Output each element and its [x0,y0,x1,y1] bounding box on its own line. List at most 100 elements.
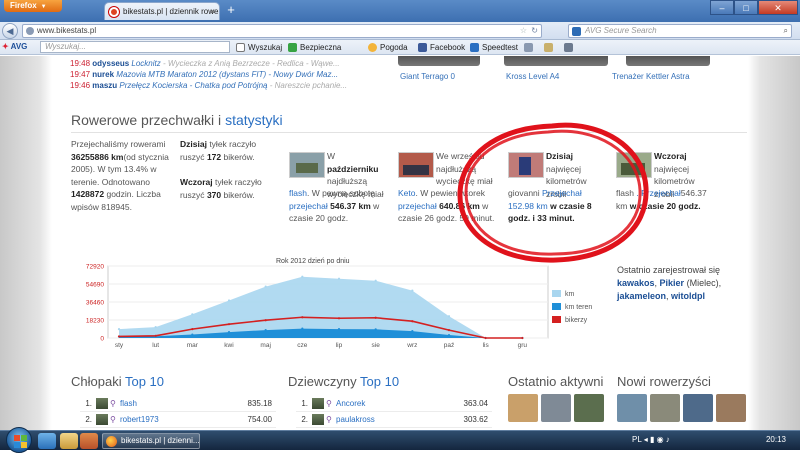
bike-caption[interactable]: Trenażer Kettler Astra [612,72,690,81]
bike-thumbnail[interactable] [398,56,480,66]
bike-caption[interactable]: Kross Level A4 [506,72,559,81]
data-point [447,329,451,332]
safe-search-button[interactable]: Bezpieczna [288,42,341,53]
user-avatar[interactable] [716,394,746,422]
data-point [264,329,267,332]
address-bar[interactable]: www.bikestats.pl ☆ ↻ [22,24,542,38]
user-avatar[interactable] [508,394,538,422]
bookmark-star-icon[interactable]: ☆ [520,25,527,37]
data-point [374,316,377,319]
user-link[interactable]: jakameleon [617,291,666,301]
user-link[interactable]: Pikier [660,278,685,288]
y-tick-label: 72920 [86,264,104,271]
search-icon[interactable]: ⌕ [784,25,788,37]
recent-activity-list: 19:48 odysseus Locknitz - Wycieczka z An… [70,58,347,91]
reload-icon[interactable]: ↻ [531,25,538,37]
table-row[interactable]: 2. ⚲ paulakross 303.62 [296,412,492,428]
user-link[interactable]: Keto [398,188,416,198]
red-circle-annotation [457,122,649,263]
window-controls: – □ ✕ [710,0,798,15]
recently-registered: Ostatnio zarejestrował się kawakos, Piki… [617,265,722,301]
activity-row[interactable]: 19:48 odysseus Locknitz - Wycieczka z An… [70,58,347,69]
month-longest-detail: flash. W pewną sobotę przejechał 546.37 … [289,188,380,223]
search-placeholder: AVG Secure Search [585,26,657,35]
data-point [521,336,524,340]
user-link[interactable]: kawakos [617,278,655,288]
clock[interactable]: 20:13 [766,435,786,444]
table-row[interactable]: 1. ⚲ flash 835.18 [80,396,276,412]
avg-search-button[interactable]: Wyszukaj [236,42,282,53]
bike-thumbnail[interactable] [504,56,608,66]
data-point [191,328,194,331]
user-link[interactable]: flash [289,188,307,198]
data-point [337,317,341,320]
folder-icon[interactable] [60,433,78,449]
activity-row[interactable]: 19:47 nurek Mazovia MTB Maraton 2012 (dy… [70,69,347,80]
web-page: 19:48 odysseus Locknitz - Wycieczka z An… [0,56,800,430]
bike-icon: ⚲ [326,399,332,408]
internet-explorer-icon[interactable] [38,433,56,449]
data-point [411,320,414,323]
data-point [374,279,377,282]
firefox-menu-button[interactable]: Firefox ▼ [4,0,62,12]
user-avatar[interactable] [541,394,571,422]
bike-thumbnail[interactable] [626,56,710,66]
minimize-button[interactable]: – [710,0,734,15]
globe-icon [26,27,34,35]
data-point [301,275,304,278]
bike-caption[interactable]: Giant Terrago 0 [400,72,455,81]
media-player-icon[interactable] [80,433,98,449]
speedtest-button[interactable]: Speedtest [470,42,518,53]
x-tick-label: wrz [406,342,417,349]
close-window-button[interactable]: ✕ [758,0,798,15]
boys-top10-link[interactable]: Top 10 [125,374,164,389]
data-point [447,333,451,337]
language-indicator[interactable]: PL [632,435,642,444]
new-riders-heading: Nowi rowerzyści [617,374,711,389]
rider-photo[interactable] [398,152,434,178]
x-tick-label: mar [187,342,199,349]
data-point [191,313,194,316]
statistics-link[interactable]: statystyki [225,112,283,128]
user-avatar[interactable] [683,394,713,422]
navigation-bar: ◀ www.bikestats.pl ☆ ↻ AVG Secure Search… [0,22,800,40]
y-tick-label: 0 [100,336,104,343]
avatar [96,398,108,409]
new-tab-button[interactable]: + [224,3,238,17]
x-tick-label: kwi [224,342,233,349]
user-avatar[interactable] [617,394,647,422]
total-stats-text: Przejechaliśmy rowerami 36255886 km(od s… [71,139,169,212]
legend-item: km teren [552,301,592,314]
user-avatar[interactable] [574,394,604,422]
weather-button[interactable]: Pogoda [368,42,408,53]
avatar [312,398,324,409]
y-tick-label: 54690 [86,282,104,289]
girls-top10-link[interactable]: Top 10 [360,374,399,389]
maximize-button[interactable]: □ [734,0,758,15]
back-button[interactable]: ◀ [2,23,18,39]
avg-search-input[interactable]: Wyszukaj... [40,41,230,53]
user-link[interactable]: witoldpl [671,291,705,301]
magnifier-icon [236,43,245,52]
start-button[interactable] [6,427,32,453]
firefox-taskbar-button[interactable]: bikestats.pl | dzienni... [102,433,200,449]
table-row[interactable]: 2. ⚲ robert1973 754.00 [80,412,276,428]
x-tick-label: cze [297,342,308,349]
table-row[interactable]: 1. ⚲ Ancorek 363.04 [296,396,492,412]
activity-row[interactable]: 19:46 maszu Przełęcz Kocierska - Chatka … [70,80,347,91]
firefox-icon [106,436,117,447]
user-avatar[interactable] [650,394,680,422]
data-point [447,315,451,318]
site-favicon-icon [109,7,119,17]
avg-toolbar: ✦ AVG Wyszukaj... Wyszukaj Bezpieczna Po… [0,40,800,55]
close-tab-icon[interactable]: × [210,3,215,20]
browser-search-box[interactable]: AVG Secure Search ⌕ [568,24,792,38]
browser-tab[interactable]: bikestats.pl | dziennik rowerowy, blogi … [104,2,220,20]
data-point [227,323,231,326]
facebook-button[interactable]: Facebook [418,42,465,53]
rider-photo[interactable] [289,152,325,178]
data-point [301,316,304,319]
avg-logo[interactable]: ✦ AVG [2,42,27,51]
data-point [374,328,377,331]
avatar [96,414,108,425]
